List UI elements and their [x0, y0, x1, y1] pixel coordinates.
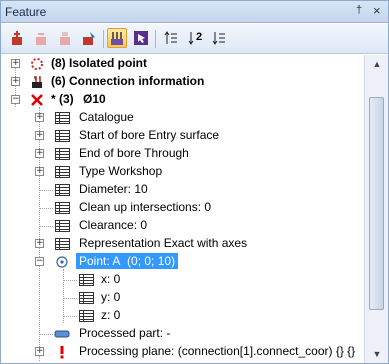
- toolbar-separator: [155, 30, 156, 48]
- warning-exclamation-icon: [60, 346, 64, 359]
- copy-feature-icon[interactable]: [55, 28, 75, 48]
- add-feature-icon[interactable]: [7, 28, 27, 48]
- table-icon: [55, 148, 70, 160]
- point-label: Point: A: [79, 254, 121, 268]
- tree-label: (8) Isolated point: [51, 56, 147, 70]
- feature-tree: + (8) Isolated point + (6) Connection in…: [1, 55, 364, 363]
- sort-desc-icon[interactable]: 2: [185, 28, 205, 48]
- pin-icon[interactable]: †: [356, 4, 362, 16]
- tree-row-point[interactable]: − Point: A (0; 0; 10): [1, 253, 364, 271]
- sort-desc-number: 2: [196, 31, 203, 43]
- tree-row-processed-part[interactable]: Processed part: -: [1, 325, 364, 343]
- point-target-icon: [56, 256, 68, 268]
- tree-row-catalogue[interactable]: + Catalogue: [1, 109, 364, 127]
- tree-label: Start of bore Entry surface: [79, 128, 220, 142]
- tree-label: Catalogue: [79, 110, 134, 124]
- collapse-icon[interactable]: −: [11, 95, 20, 104]
- tree-connector: [39, 190, 53, 191]
- tree-row-end-of-bore[interactable]: + End of bore Through: [1, 145, 364, 163]
- table-icon: [55, 184, 70, 196]
- tree-label: Type Workshop: [79, 164, 163, 178]
- tree-label: Diameter: 10: [79, 182, 148, 196]
- edit-feature-icon[interactable]: [79, 28, 99, 48]
- expand-icon[interactable]: +: [35, 113, 44, 122]
- tree-connector: [39, 334, 53, 335]
- tree-row-type[interactable]: + Type Workshop: [1, 163, 364, 181]
- table-icon: [79, 292, 94, 304]
- expand-icon[interactable]: +: [11, 77, 20, 86]
- tree-row-representation[interactable]: + Representation Exact with axes: [1, 235, 364, 253]
- selected-point-label[interactable]: Point: A (0; 0; 10): [76, 253, 179, 269]
- vertical-scrollbar[interactable]: ▲ ▼: [364, 55, 388, 363]
- tree-label: Processing plane: (connection[1].connect…: [79, 344, 356, 358]
- tree-row-point-y[interactable]: y: 0: [1, 289, 364, 307]
- scroll-up-arrow-icon[interactable]: ▲: [369, 57, 385, 71]
- part-icon: [54, 330, 70, 338]
- tree-row-start-of-bore[interactable]: + Start of bore Entry surface: [1, 127, 364, 145]
- table-icon: [79, 274, 94, 286]
- table-icon: [55, 130, 70, 142]
- tree-connector: [63, 316, 77, 317]
- tree-label: (6) Connection information: [51, 74, 205, 88]
- panel-titlebar: Feature † ×: [1, 1, 388, 23]
- tree-row-diameter[interactable]: Diameter: 10: [1, 181, 364, 199]
- remove-feature-icon[interactable]: [31, 28, 51, 48]
- tree-row-clearance[interactable]: Clearance: 0: [1, 217, 364, 235]
- feature-tree-icon[interactable]: [107, 28, 127, 48]
- expand-icon[interactable]: +: [35, 167, 44, 176]
- isolated-point-icon: [31, 58, 43, 70]
- tree-label: Clearance: 0: [79, 218, 148, 232]
- toolbar-separator: [103, 30, 104, 48]
- scroll-down-arrow-icon[interactable]: ▼: [369, 347, 385, 361]
- error-x-icon: [31, 94, 43, 106]
- tree-label-prefix: * (3): [51, 92, 74, 106]
- expand-icon[interactable]: +: [35, 347, 44, 356]
- tree-row-bore[interactable]: − * (3) Ø10: [1, 91, 364, 109]
- tree-connector: [63, 280, 77, 281]
- table-icon: [55, 112, 70, 124]
- expand-icon[interactable]: +: [35, 131, 44, 140]
- tree-row-connection-information[interactable]: + (6) Connection information: [1, 73, 364, 91]
- table-icon: [79, 310, 94, 322]
- toolbar: 2: [1, 24, 388, 54]
- tree-row-point-z[interactable]: z: 0: [1, 307, 364, 325]
- tree-row-processing-plane[interactable]: + Processing plane: (connection[1].conne…: [1, 343, 364, 361]
- table-icon: [55, 220, 70, 232]
- tree-label: z: 0: [101, 308, 121, 322]
- table-icon: [55, 166, 70, 178]
- tree-row-isolated-point[interactable]: + (8) Isolated point: [1, 55, 364, 73]
- tree-connector: [39, 226, 53, 227]
- select-arrow-icon[interactable]: [131, 28, 151, 48]
- panel-title: Feature: [5, 5, 47, 19]
- point-value: (0; 0; 10): [127, 254, 176, 268]
- tree-label: Representation Exact with axes: [79, 236, 248, 250]
- tree-row-cleanup[interactable]: Clean up intersections: 0: [1, 199, 364, 217]
- expand-icon[interactable]: +: [35, 239, 44, 248]
- tree-connector: [63, 298, 77, 299]
- collapse-icon[interactable]: −: [35, 257, 44, 266]
- tree-label: End of bore Through: [79, 146, 189, 160]
- expand-icon[interactable]: +: [11, 59, 20, 68]
- scrollbar-thumb[interactable]: [369, 97, 384, 310]
- tree-row-point-x[interactable]: x: 0: [1, 271, 364, 289]
- table-icon: [55, 238, 70, 250]
- tree-label: Ø10: [83, 92, 106, 106]
- sort-list-icon[interactable]: [209, 28, 229, 48]
- tree-label: x: 0: [101, 272, 121, 286]
- close-icon[interactable]: ×: [373, 3, 381, 18]
- tree-label: y: 0: [101, 290, 121, 304]
- feature-panel: Feature † × 2 + (8) Isolated point + (6)…: [0, 0, 389, 364]
- table-icon: [55, 202, 70, 214]
- tree-label: Clean up intersections: 0: [79, 200, 212, 214]
- tree-connector: [39, 208, 53, 209]
- sort-asc-icon[interactable]: [161, 28, 181, 48]
- tree-label: Processed part: -: [79, 326, 171, 340]
- connection-icon: [32, 76, 42, 88]
- expand-icon[interactable]: +: [35, 149, 44, 158]
